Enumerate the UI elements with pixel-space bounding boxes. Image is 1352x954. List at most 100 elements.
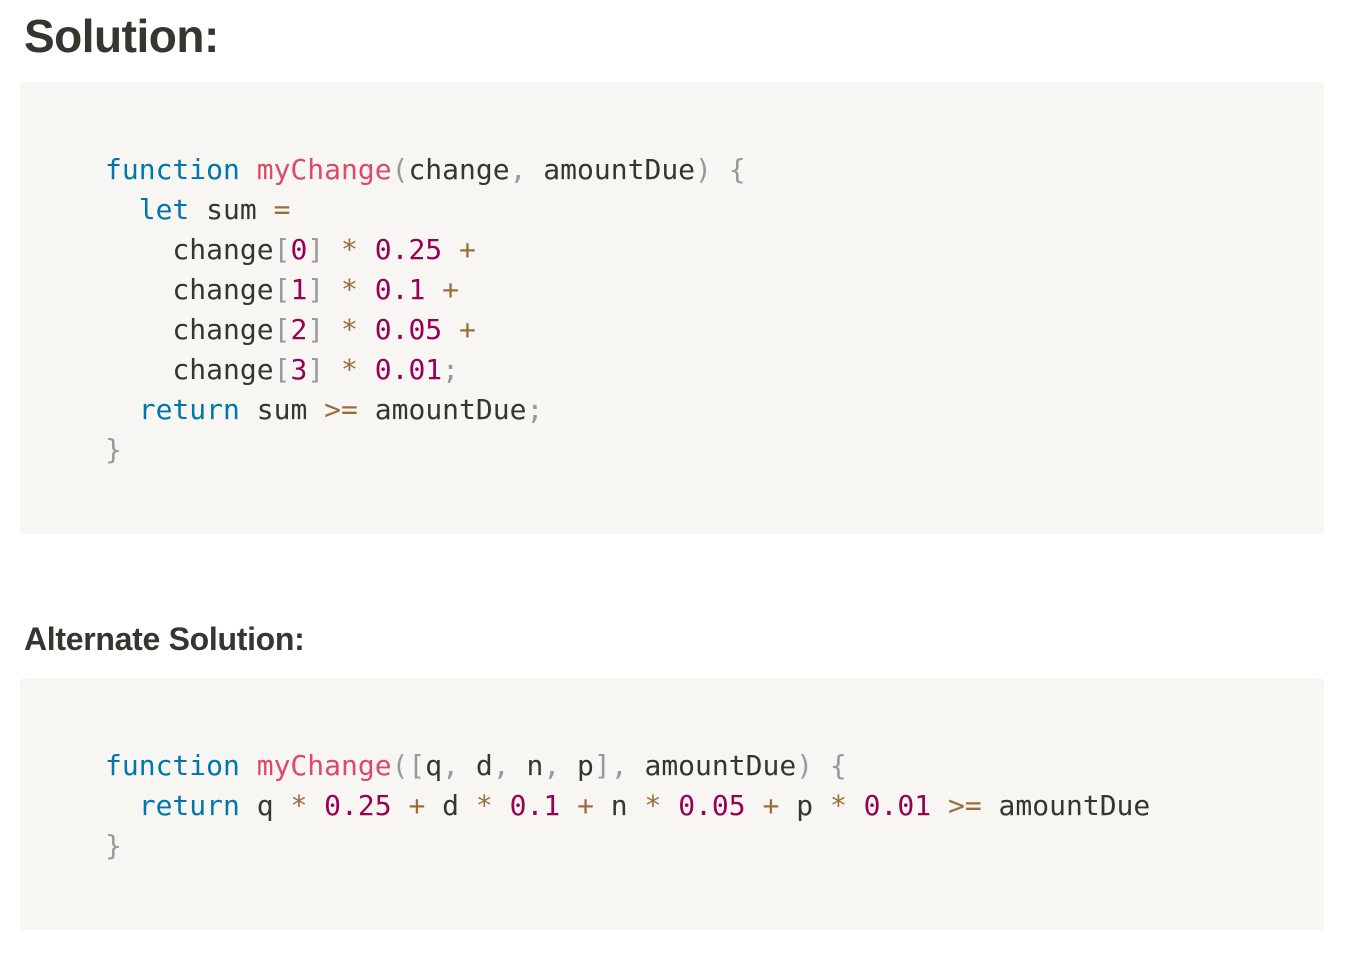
punctuation-token: ] <box>307 313 325 346</box>
keyword-token: function <box>105 153 240 186</box>
punctuation-token: , <box>509 153 527 186</box>
code-text: sum <box>189 193 274 226</box>
operator-token: + <box>459 233 476 266</box>
code-line: return sum >= amountDue; <box>105 393 544 426</box>
punctuation-token: ) <box>796 749 814 782</box>
number-token: 0.01 <box>863 789 932 822</box>
code-text: p <box>779 789 830 822</box>
number-token: 0.1 <box>509 789 561 822</box>
keyword-token: return <box>138 789 240 822</box>
code-text: change <box>105 233 274 266</box>
number-token: 0.05 <box>374 313 443 346</box>
code-line: change[2] * 0.05 + <box>105 313 476 346</box>
solution-code: function myChange(change, amountDue) { l… <box>105 150 746 470</box>
code-text: amountDue <box>526 153 696 186</box>
operator-token: = <box>273 193 291 226</box>
number-token: 0.01 <box>374 353 443 386</box>
punctuation-token: { <box>728 153 746 186</box>
alternate-solution-code: function myChange([q, d, n, p], amountDu… <box>105 746 1150 866</box>
operator-token: * <box>341 273 358 306</box>
code-text: amountDue <box>357 393 527 426</box>
alternate-solution-code-block[interactable]: function myChange([q, d, n, p], amountDu… <box>20 678 1324 930</box>
number-token: 2 <box>290 313 308 346</box>
punctuation-token: } <box>105 829 122 862</box>
operator-token: >= <box>947 789 982 822</box>
number-token: 0.05 <box>678 789 746 822</box>
code-text: amountDue <box>981 789 1151 822</box>
number-token: 0.25 <box>324 789 392 822</box>
code-text: amountDue <box>627 749 797 782</box>
operator-token: * <box>475 789 493 822</box>
punctuation-token: ([ <box>391 749 426 782</box>
code-line: function myChange(change, amountDue) { <box>105 153 746 186</box>
punctuation-token: , <box>543 749 561 782</box>
keyword-token: function <box>105 749 240 782</box>
solution-heading: Solution: <box>24 10 219 62</box>
code-text: change <box>105 273 274 306</box>
code-text: n <box>509 749 544 782</box>
operator-token: >= <box>324 393 358 426</box>
code-text: change <box>105 353 274 386</box>
punctuation-token: [ <box>273 313 291 346</box>
code-text: change <box>408 153 510 186</box>
operator-token: + <box>577 789 594 822</box>
code-text: q <box>425 749 443 782</box>
operator-token: * <box>341 313 358 346</box>
code-line: function myChange([q, d, n, p], amountDu… <box>105 749 847 782</box>
code-line: let sum = <box>105 193 291 226</box>
operator-token: * <box>341 233 358 266</box>
keyword-token: let <box>138 193 190 226</box>
operator-token: * <box>829 789 847 822</box>
solution-code-block[interactable]: function myChange(change, amountDue) { l… <box>20 82 1324 534</box>
operator-token: + <box>459 313 476 346</box>
number-token: 3 <box>290 353 308 386</box>
punctuation-token: ] <box>307 273 325 306</box>
code-text: d <box>459 749 493 782</box>
code-line: } <box>105 829 122 862</box>
function-name-token: myChange <box>256 749 392 782</box>
code-line: return q * 0.25 + d * 0.1 + n * 0.05 + p… <box>105 789 1151 822</box>
operator-token: * <box>290 789 308 822</box>
punctuation-token: ] <box>307 353 325 386</box>
punctuation-token: } <box>105 433 122 466</box>
operator-token: + <box>408 789 426 822</box>
number-token: 1 <box>290 273 308 306</box>
code-line: change[3] * 0.01; <box>105 353 459 386</box>
punctuation-token: , <box>442 749 460 782</box>
number-token: 0.25 <box>374 233 443 266</box>
operator-token: * <box>341 353 358 386</box>
code-text: p <box>560 749 594 782</box>
operator-token: + <box>762 789 780 822</box>
number-token: 0.1 <box>374 273 426 306</box>
code-line: change[1] * 0.1 + <box>105 273 459 306</box>
function-name-token: myChange <box>256 153 392 186</box>
operator-token: + <box>442 273 460 306</box>
number-token: 0 <box>290 233 308 266</box>
keyword-token: return <box>138 393 240 426</box>
punctuation-token: , <box>492 749 510 782</box>
punctuation-token: [ <box>273 273 291 306</box>
alternate-solution-heading: Alternate Solution: <box>24 621 305 657</box>
code-text: d <box>425 789 476 822</box>
punctuation-token: ; <box>442 353 460 386</box>
